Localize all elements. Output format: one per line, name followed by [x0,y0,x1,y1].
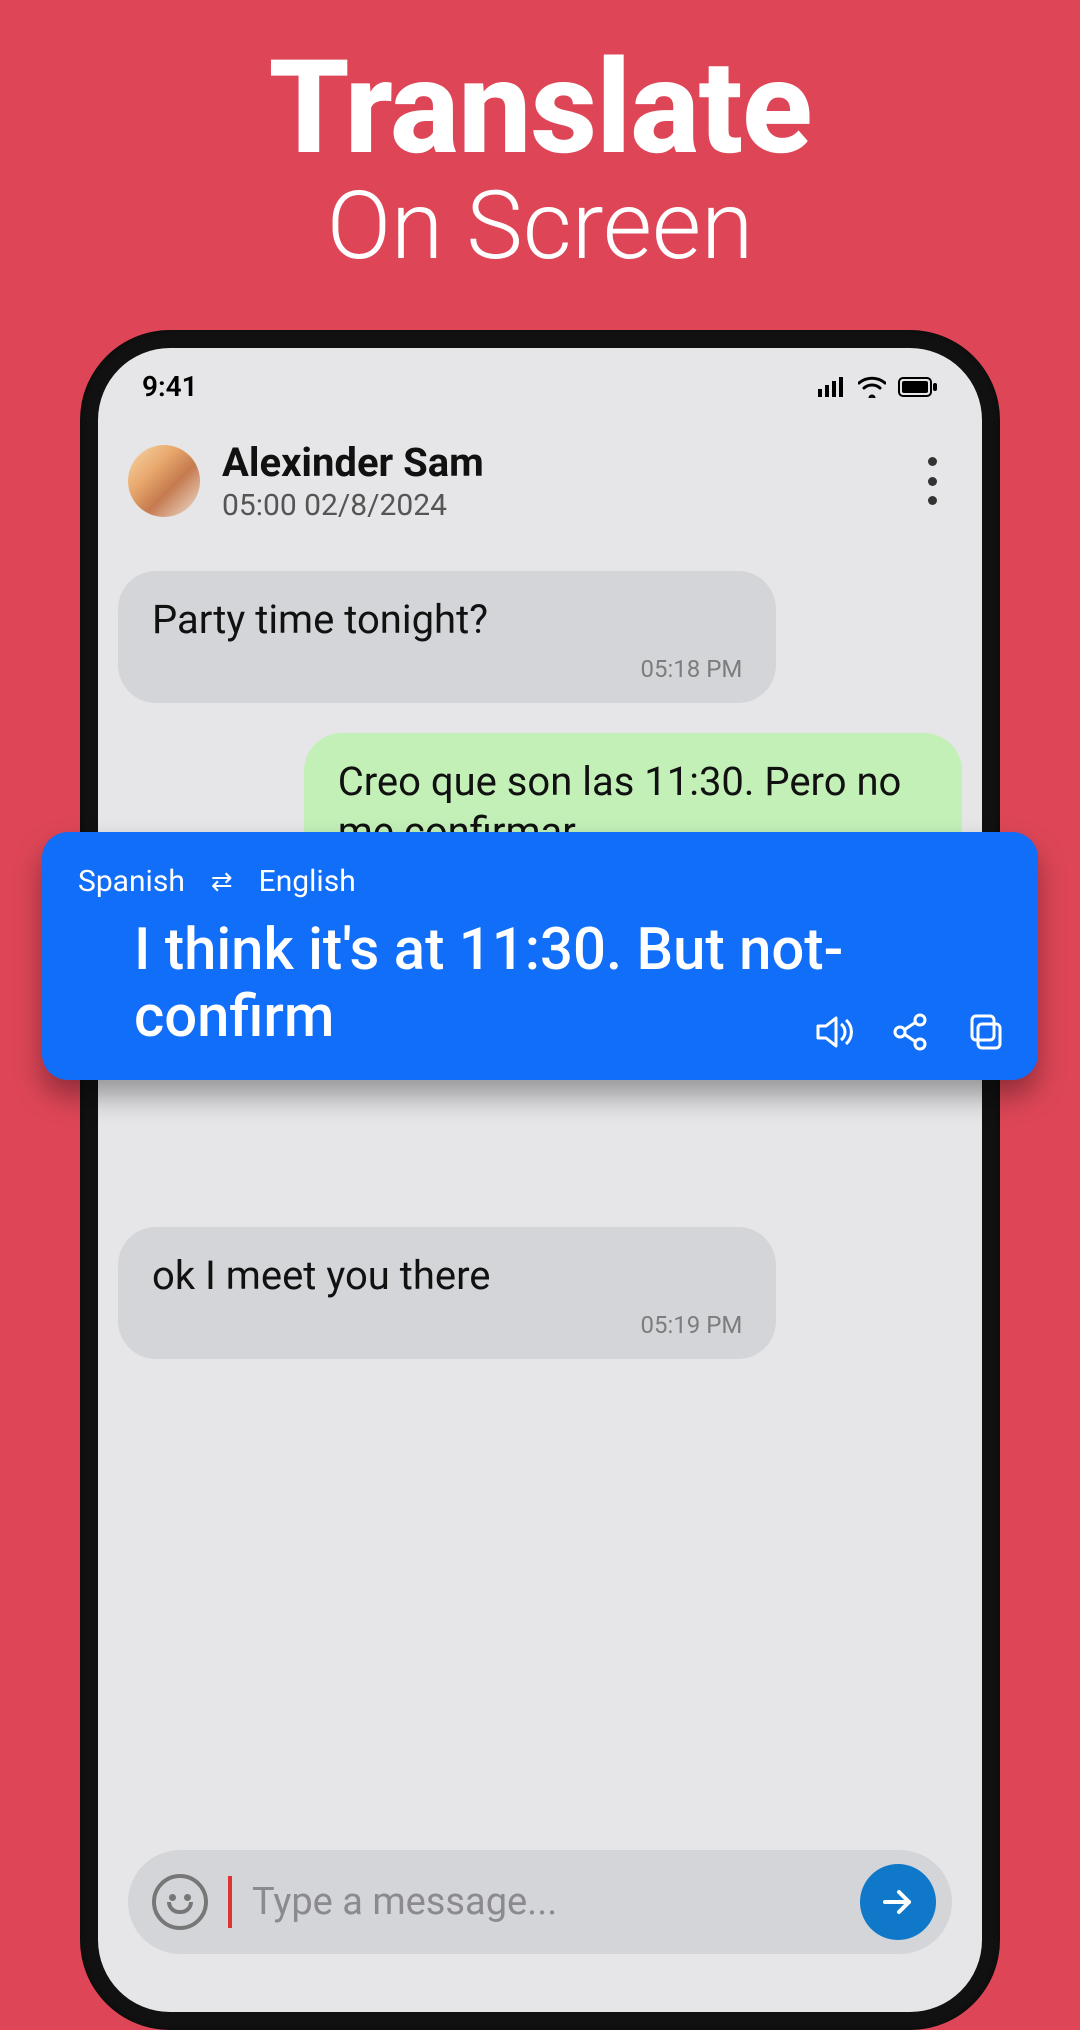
contact-name: Alexinder Sam [222,439,890,486]
battery-icon [898,377,938,397]
message-time: 05:18 PM [152,655,742,683]
emoji-button[interactable] [152,1874,208,1930]
status-time: 9:41 [142,370,198,403]
phone-frame: 9:41 Alexinder Sam 05:00 02/8/2024 Party… [80,330,1000,2030]
contact-substamp: 05:00 02/8/2024 [222,488,890,523]
composer-input[interactable]: Type a message... [252,1880,840,1924]
message-text: Party time tonight? [152,595,742,645]
overlay-actions [812,1010,1008,1054]
promo-headline: Translate On Screen [0,40,1080,276]
chat-header: Alexinder Sam 05:00 02/8/2024 [98,411,982,551]
copy-button[interactable] [964,1010,1008,1054]
speaker-icon [814,1012,854,1052]
text-cursor [228,1876,232,1928]
message-bubble-incoming[interactable]: ok I meet you there 05:19 PM [118,1227,776,1359]
arrow-right-icon [879,1883,917,1921]
copy-icon [966,1012,1006,1052]
phone-screen: 9:41 Alexinder Sam 05:00 02/8/2024 Party… [98,348,982,2012]
source-language: Spanish [78,864,185,899]
headline-small: On Screen [0,177,1080,277]
contact-block[interactable]: Alexinder Sam 05:00 02/8/2024 [222,439,890,523]
avatar[interactable] [128,445,200,517]
cellular-icon [818,377,846,397]
wifi-icon [858,376,886,398]
more-menu-button[interactable] [912,453,952,509]
speak-button[interactable] [812,1010,856,1054]
swap-languages-icon[interactable]: ⇄ [211,867,233,897]
target-language: English [259,864,356,899]
share-icon [890,1012,930,1052]
message-time: 05:19 PM [152,1311,742,1339]
translation-overlay[interactable]: Spanish ⇄ English I think it's at 11:30.… [42,832,1038,1080]
headline-big: Translate [0,40,1080,177]
status-bar: 9:41 [98,348,982,411]
message-composer[interactable]: Type a message... [128,1850,952,1954]
message-bubble-incoming[interactable]: Party time tonight? 05:18 PM [118,571,776,703]
language-pair[interactable]: Spanish ⇄ English [78,864,1002,899]
status-icons [818,376,938,398]
send-button[interactable] [860,1864,936,1940]
message-text: ok I meet you there [152,1251,742,1301]
share-button[interactable] [888,1010,932,1054]
